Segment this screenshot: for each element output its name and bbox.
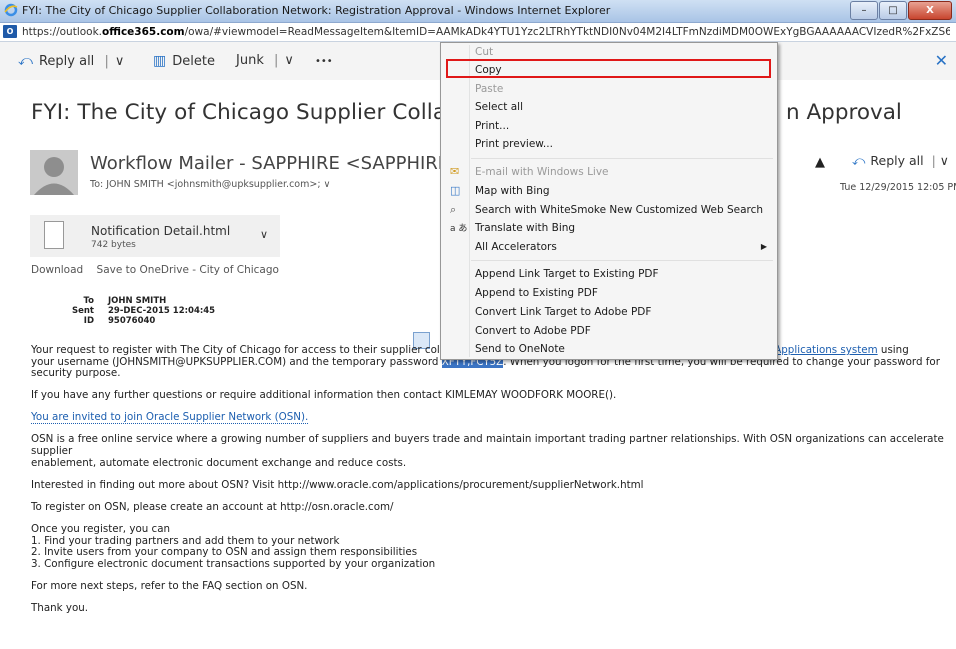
attachment-size: 742 bytes <box>91 240 136 250</box>
sent-date: Tue 12/29/2015 12:05 PM <box>840 182 956 193</box>
menu-item-print-preview[interactable]: Print preview... <box>475 138 553 150</box>
reply-all-icon: ⤺ <box>18 53 33 69</box>
minimize-button[interactable]: – <box>850 1 878 20</box>
reply-options-chevron-icon[interactable]: ∨ <box>115 54 125 69</box>
menu-item-append-link-pdf[interactable]: Append Link Target to Existing PDF <box>475 268 659 280</box>
menu-item-print[interactable]: Print... <box>475 120 509 132</box>
osn-invite-link[interactable]: You are invited to join Oracle Supplier … <box>31 411 309 425</box>
save-to-onedrive-link[interactable]: Save to OneDrive - City of Chicago <box>97 264 279 276</box>
copy-highlight-box <box>446 59 771 78</box>
menu-item-translate-bing[interactable]: Translate with Bing <box>475 222 575 234</box>
menu-item-map-bing[interactable]: Map with Bing <box>475 185 550 197</box>
attachment-actions: Download Save to OneDrive - City of Chic… <box>31 264 289 276</box>
window-controls: – □ X <box>849 1 952 20</box>
submenu-arrow-icon: ▶ <box>760 242 767 251</box>
trash-icon: ▥ <box>153 53 167 69</box>
email-body: Your request to register with The City o… <box>31 344 951 625</box>
person-icon <box>34 157 74 195</box>
menu-item-email-live[interactable]: E-mail with Windows Live <box>475 166 609 178</box>
body-paragraph: Interested in finding out more about OSN… <box>31 478 644 491</box>
search-icon: ⌕ <box>450 203 457 216</box>
email-live-icon: ✉ <box>450 165 460 178</box>
body-paragraph: OSN is a free online service where a gro… <box>31 433 944 469</box>
junk-options-chevron-icon[interactable]: ∨ <box>284 53 294 68</box>
window-title: FYI: The City of Chicago Supplier Collab… <box>22 4 611 17</box>
junk-button[interactable]: Junk | ∨ <box>236 53 294 68</box>
file-icon <box>44 221 64 249</box>
attachment-name: Notification Detail.html <box>91 224 231 238</box>
menu-item-convert-link-pdf[interactable]: Convert Link Target to Adobe PDF <box>475 306 651 318</box>
menu-item-convert-pdf[interactable]: Convert to Adobe PDF <box>475 325 591 337</box>
more-actions-button[interactable]: ••• <box>315 56 333 67</box>
window-title-bar: FYI: The City of Chicago Supplier Collab… <box>0 0 956 23</box>
sender-name[interactable]: Workflow Mailer - SAPPHIRE <SAPPHIRE@ <box>90 153 467 174</box>
menu-separator <box>471 260 773 261</box>
url-text[interactable]: https://outlook.office365.com/owa/#viewm… <box>22 26 950 38</box>
reply-all-icon: ⤺ <box>852 153 866 168</box>
menu-gutter <box>469 45 470 357</box>
reply-chevron-icon[interactable]: ∨ <box>940 153 949 168</box>
map-icon: ◫ <box>450 184 461 197</box>
reply-all-header-button[interactable]: ⤺ Reply all | ∨ <box>852 153 949 169</box>
address-bar[interactable]: O https://outlook.office365.com/owa/#vie… <box>0 23 956 42</box>
menu-item-paste[interactable]: Paste <box>475 83 503 95</box>
attachment-chevron-icon[interactable]: ∨ <box>260 228 268 241</box>
office365-icon: O <box>3 25 17 38</box>
notification-details: To JOHN SMITH Sent 29-DEC-2015 12:04:45 ID… <box>71 296 216 326</box>
close-button[interactable]: X <box>908 1 952 20</box>
body-paragraph: For more next steps, refer to the FAQ se… <box>31 579 308 592</box>
email-subject-end: n Approval <box>786 100 902 125</box>
menu-item-send-onenote[interactable]: Send to OneNote <box>475 343 565 355</box>
context-menu: Cut Copy Paste Select all Print... Print… <box>440 42 778 360</box>
maximize-button[interactable]: □ <box>879 1 907 20</box>
attachment-card[interactable]: Notification Detail.html 742 bytes ∨ <box>30 215 280 257</box>
translate-icon: a あ <box>450 224 468 234</box>
sender-avatar[interactable] <box>30 150 78 195</box>
body-list: Once you register, you can 1. Find your … <box>31 522 436 570</box>
menu-item-append-pdf[interactable]: Append to Existing PDF <box>475 287 598 299</box>
body-paragraph: If you have any further questions or req… <box>31 389 617 402</box>
internet-explorer-icon <box>4 3 18 17</box>
download-link[interactable]: Download <box>31 264 83 276</box>
menu-item-select-all[interactable]: Select all <box>475 101 523 113</box>
recipient-line[interactable]: To: JOHN SMITH <johnsmith@upksupplier.co… <box>90 179 331 190</box>
menu-item-all-accelerators[interactable]: All Accelerators <box>475 241 557 253</box>
body-paragraph: To register on OSN, please create an acc… <box>31 500 394 513</box>
menu-separator <box>471 158 773 159</box>
delete-button[interactable]: ▥ Delete <box>153 53 215 69</box>
email-subject: FYI: The City of Chicago Supplier Colla <box>31 100 447 125</box>
close-reading-pane-icon[interactable]: ✕ <box>935 51 948 70</box>
body-paragraph: Thank you. <box>31 601 89 614</box>
like-icon[interactable]: ▲ <box>815 155 825 170</box>
menu-item-cut[interactable]: Cut <box>475 46 493 58</box>
menu-item-search-whitesmoke[interactable]: Search with WhiteSmoke New Customized We… <box>475 204 763 216</box>
reply-all-button[interactable]: ⤺ Reply all | ∨ <box>18 53 124 69</box>
